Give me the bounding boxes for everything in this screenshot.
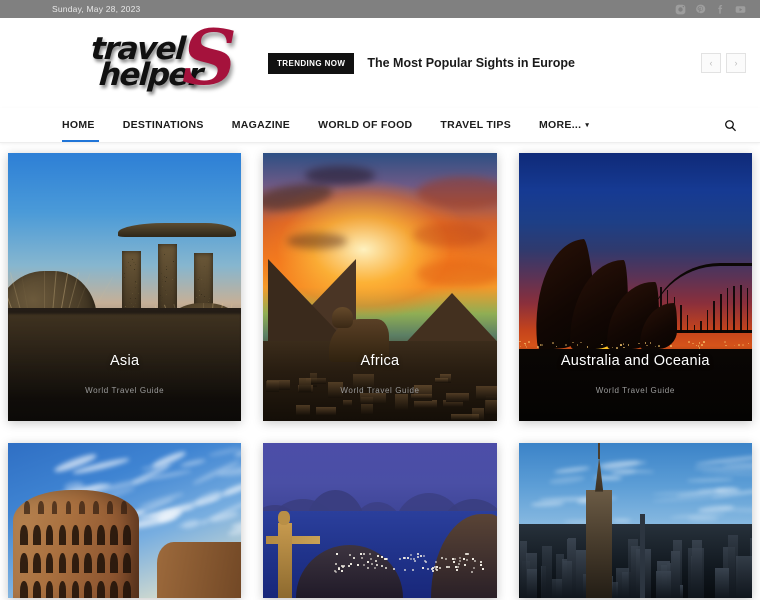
- city-lights: [329, 555, 483, 574]
- instagram-icon[interactable]: [675, 4, 686, 15]
- card-image-south-america: [263, 443, 496, 598]
- card-asia[interactable]: Asia World Travel Guide: [8, 153, 241, 421]
- card-south-america[interactable]: [263, 443, 496, 598]
- nav-label: WORLD OF FOOD: [318, 119, 412, 131]
- nav-item-list: HOME DESTINATIONS MAGAZINE WORLD OF FOOD…: [52, 108, 603, 142]
- slider-next-button[interactable]: ›: [726, 53, 746, 73]
- main-navigation: HOME DESTINATIONS MAGAZINE WORLD OF FOOD…: [0, 108, 760, 143]
- facebook-icon[interactable]: [715, 4, 726, 15]
- card-australia-and-oceania[interactable]: Australia and Oceania World Travel Guide: [519, 153, 752, 421]
- nav-label: DESTINATIONS: [123, 119, 204, 131]
- nav-item-home[interactable]: HOME: [52, 108, 109, 142]
- logo-s-mark: S: [182, 20, 237, 96]
- site-logo[interactable]: travel helper S: [90, 26, 240, 100]
- card-image-north-america: [519, 443, 752, 598]
- destination-grid-wrapper: Asia World Travel Guide Africa World Tra…: [0, 143, 760, 598]
- nav-item-destinations[interactable]: DESTINATIONS: [109, 108, 218, 142]
- card-image-europe: [8, 443, 241, 598]
- card-image-asia: [8, 153, 241, 421]
- scene-rio-christ-the-redeemer: [263, 443, 496, 598]
- scene-sydney-opera-house-sunset: [519, 153, 752, 421]
- top-bar: Sunday, May 28, 2023: [0, 0, 760, 18]
- nav-label: MAGAZINE: [232, 119, 290, 131]
- card-image-australia: [519, 153, 752, 421]
- pinterest-icon[interactable]: [695, 4, 706, 15]
- trending-slider-nav: ‹ ›: [701, 53, 746, 73]
- nav-item-more[interactable]: MORE... ▾: [525, 108, 603, 142]
- nav-label: TRAVEL TIPS: [440, 119, 511, 131]
- nav-label: HOME: [62, 119, 95, 131]
- nav-item-magazine[interactable]: MAGAZINE: [218, 108, 304, 142]
- destination-grid: Asia World Travel Guide Africa World Tra…: [8, 153, 752, 598]
- trending-badge: TRENDING NOW: [268, 53, 354, 74]
- current-date: Sunday, May 28, 2023: [52, 4, 140, 14]
- site-header: travel helper S TRENDING NOW The Most Po…: [0, 18, 760, 108]
- search-icon: [724, 119, 737, 132]
- card-image-africa: [263, 153, 496, 421]
- scene-singapore-marina-bay: [8, 153, 241, 421]
- youtube-icon[interactable]: [735, 4, 746, 15]
- nav-label: MORE...: [539, 119, 581, 131]
- card-europe[interactable]: [8, 443, 241, 598]
- social-links: [675, 4, 746, 15]
- card-north-america[interactable]: [519, 443, 752, 598]
- chevron-down-icon: ▾: [585, 121, 589, 129]
- card-africa[interactable]: Africa World Travel Guide: [263, 153, 496, 421]
- scene-rome-colosseum: [8, 443, 241, 598]
- trending-bar: TRENDING NOW The Most Popular Sights in …: [268, 53, 575, 74]
- trending-headline[interactable]: The Most Popular Sights in Europe: [367, 56, 575, 70]
- search-button[interactable]: [714, 108, 746, 142]
- empire-state-building: [586, 490, 612, 599]
- scene-new-york-empire-state: [519, 443, 752, 598]
- scene-giza-pyramids-sunset: [263, 153, 496, 421]
- nav-item-travel-tips[interactable]: TRAVEL TIPS: [426, 108, 525, 142]
- slider-prev-button[interactable]: ‹: [701, 53, 721, 73]
- nav-item-world-of-food[interactable]: WORLD OF FOOD: [304, 108, 426, 142]
